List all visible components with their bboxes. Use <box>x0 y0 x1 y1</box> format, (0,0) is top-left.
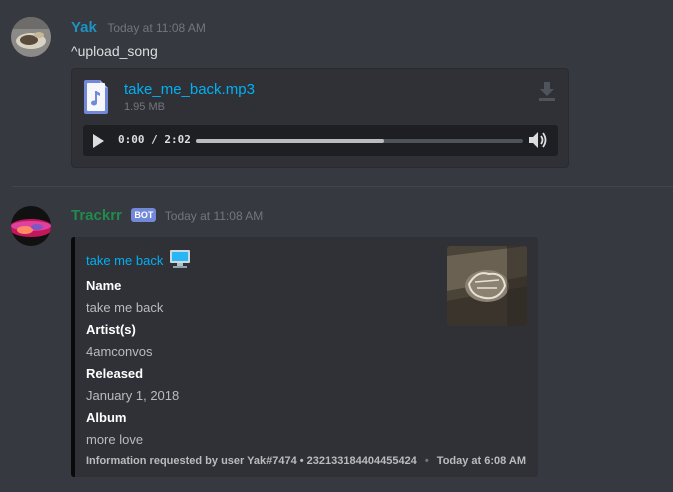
audio-file-icon <box>84 80 108 114</box>
field-name: Artist(s) <box>86 322 136 337</box>
message-divider <box>12 186 673 187</box>
play-icon[interactable] <box>93 134 104 148</box>
embed-title[interactable]: take me back <box>86 253 163 268</box>
username[interactable]: Trackrr <box>71 207 122 224</box>
bot-tag: BOT <box>131 208 157 222</box>
footer-text: Information requested by user Yak#7474 •… <box>86 455 417 467</box>
progress-bar[interactable] <box>196 139 523 143</box>
timestamp: Today at 11:08 AM <box>107 21 206 35</box>
progress-fill <box>196 139 384 143</box>
field-value: take me back <box>86 300 164 315</box>
timestamp: Today at 11:08 AM <box>164 209 264 223</box>
field-name: Released <box>86 366 144 381</box>
username[interactable]: Yak <box>71 19 97 36</box>
download-icon[interactable] <box>538 82 556 102</box>
footer-separator: • <box>424 455 429 467</box>
avatar[interactable] <box>11 206 51 246</box>
field-name: Name <box>86 278 122 293</box>
avatar[interactable] <box>11 17 51 57</box>
file-size: 1.95 MB <box>124 101 165 113</box>
song-embed: take me back Name take me back Artist(s)… <box>71 237 538 477</box>
playback-time: 0:00 / 2:02 <box>118 133 191 146</box>
field-value: more love <box>86 432 144 447</box>
audio-attachment: take_me_back.mp3 1.95 MB 0:00 / 2:02 <box>71 68 569 168</box>
audio-player: 0:00 / 2:02 <box>83 125 558 156</box>
volume-icon[interactable] <box>528 131 548 149</box>
computer-icon <box>169 250 190 268</box>
field-name: Album <box>86 410 127 425</box>
album-art-thumbnail[interactable] <box>447 246 527 326</box>
message-content: ^upload_song <box>71 43 158 59</box>
footer-timestamp: Today at 6:08 AM <box>436 455 527 467</box>
embed-title-row: take me back <box>86 249 191 269</box>
embed-footer: Information requested by user Yak#7474 •… <box>86 455 526 467</box>
field-value: January 1, 2018 <box>86 388 180 403</box>
file-link[interactable]: take_me_back.mp3 <box>124 81 255 98</box>
field-value: 4amconvos <box>86 344 153 359</box>
